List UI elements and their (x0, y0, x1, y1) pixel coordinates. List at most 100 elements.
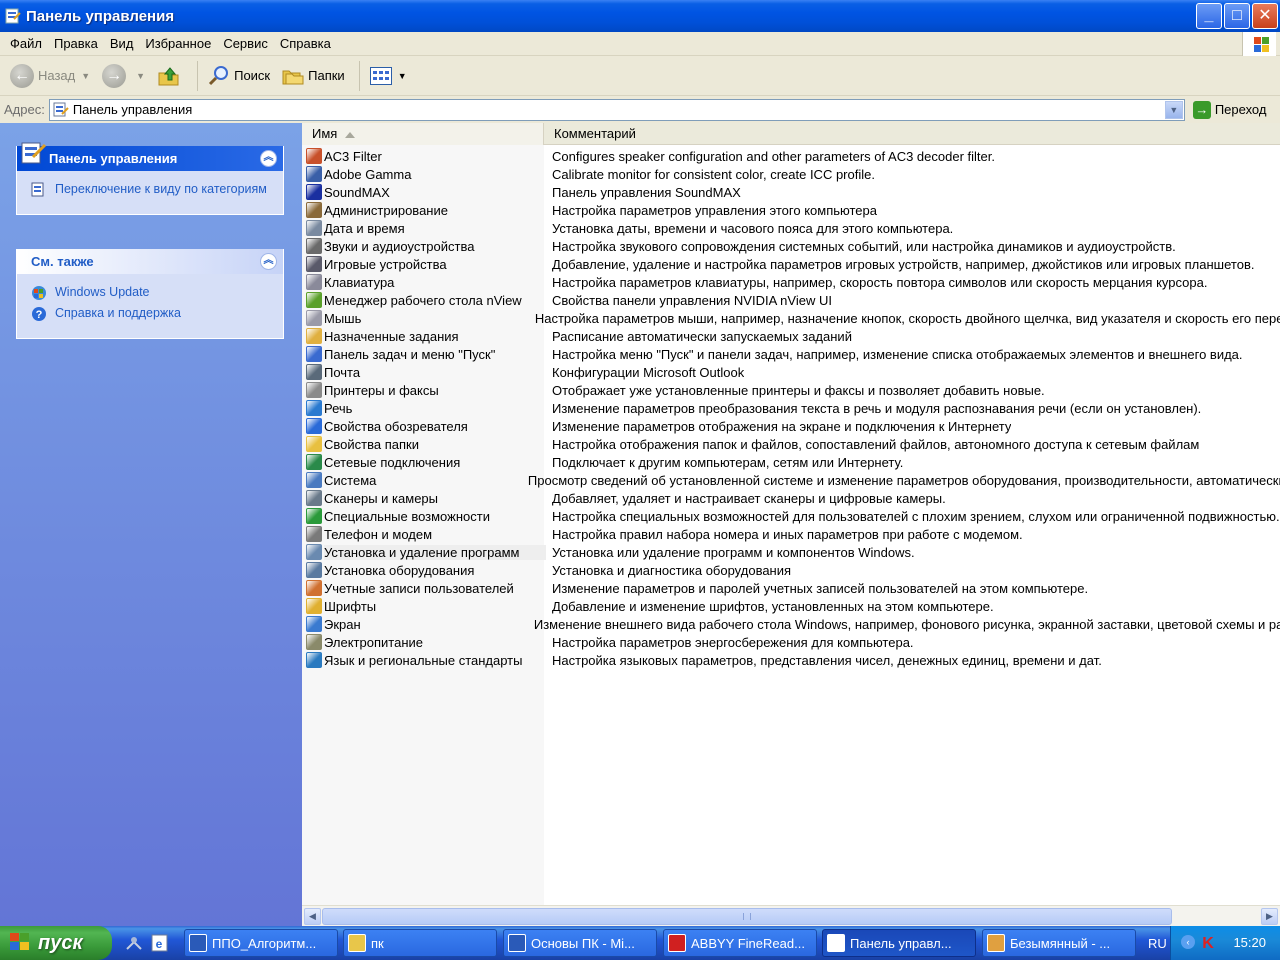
list-item[interactable]: Речь Изменение параметров преобразования … (302, 399, 1280, 417)
mail-icon (306, 364, 322, 380)
address-input[interactable]: Панель управления ▼ (48, 98, 1185, 121)
horizontal-scrollbar[interactable]: ◀ ▶ (302, 905, 1280, 926)
users-icon (306, 580, 322, 596)
list-header: Имя Комментарий (302, 123, 1280, 145)
list-item[interactable]: Почта Конфигурации Microsoft Outlook (302, 363, 1280, 381)
list-item[interactable]: Система Просмотр сведений об установленно… (302, 471, 1280, 489)
list-item[interactable]: Мышь Настройка параметров мыши, например,… (302, 309, 1280, 327)
list-item[interactable]: Свойства обозревателя Изменение параметро… (302, 417, 1280, 435)
help-and-support-link[interactable]: ? Справка и поддержка (31, 305, 273, 322)
quicklaunch-satellite-icon[interactable] (124, 933, 144, 953)
kaspersky-icon[interactable]: K (1199, 933, 1217, 952)
taskbar-icon (306, 346, 322, 362)
list-item[interactable]: Экран Изменение внешнего вида рабочего ст… (302, 615, 1280, 633)
list-item[interactable]: Язык и региональные стандарты Настройка я… (302, 651, 1280, 669)
list-item[interactable]: Менеджер рабочего стола nView Свойства па… (302, 291, 1280, 309)
address-dropdown-icon[interactable]: ▼ (1164, 100, 1183, 119)
column-header-comment[interactable]: Комментарий (544, 123, 1280, 145)
mouse-icon (306, 310, 322, 326)
up-folder-button[interactable] (153, 60, 187, 92)
admin-tools-icon (306, 202, 322, 218)
list-item[interactable]: Администрирование Настройка параметров уп… (302, 201, 1280, 219)
search-button[interactable]: Поиск (204, 60, 274, 92)
scrollbar-thumb[interactable] (322, 908, 1172, 925)
views-dropdown-icon[interactable]: ▼ (398, 71, 407, 81)
start-button[interactable]: пуск (0, 926, 112, 960)
language-indicator[interactable]: RU (1148, 936, 1167, 951)
list-item[interactable]: Назначенные задания Расписание автоматиче… (302, 327, 1280, 345)
toolbar-separator (358, 60, 360, 91)
menu-favorites[interactable]: Избранное (139, 36, 217, 51)
list-item[interactable]: Звуки и аудиоустройства Настройка звуково… (302, 237, 1280, 255)
list-item[interactable]: Свойства папки Настройка отображения папо… (302, 435, 1280, 453)
list-item[interactable]: Телефон и модем Настройка правил набора н… (302, 525, 1280, 543)
switch-to-category-view-link[interactable]: Переключение к виду по категориям (31, 181, 273, 198)
list-item[interactable]: AC3 Filter Configures speaker configurati… (302, 147, 1280, 165)
scroll-left-icon[interactable]: ◀ (304, 908, 321, 925)
list-item[interactable]: Клавиатура Настройка параметров клавиатур… (302, 273, 1280, 291)
list-item[interactable]: Дата и время Установка даты, времени и ча… (302, 219, 1280, 237)
panel-title: См. также (31, 254, 94, 269)
list-item[interactable]: Установка и удаление программ Установка и… (302, 543, 1280, 561)
item-name: Администрирование (324, 202, 448, 218)
list-item[interactable]: Специальные возможности Настройка специал… (302, 507, 1280, 525)
tray-expand-icon[interactable]: ‹ (1181, 935, 1195, 949)
control-panel-icon (53, 102, 69, 118)
item-name: Свойства папки (324, 436, 419, 452)
list-item[interactable]: Установка оборудования Установка и диагно… (302, 561, 1280, 579)
list-item[interactable]: Панель задач и меню "Пуск" Настройка меню… (302, 345, 1280, 363)
windows-update-link[interactable]: Windows Update (31, 284, 273, 301)
list-item[interactable]: Принтеры и факсы Отображает уже установле… (302, 381, 1280, 399)
list-item[interactable]: SoundMAX Панель управления SoundMAX (302, 183, 1280, 201)
minimize-button[interactable]: _ (1196, 3, 1222, 29)
fonts-icon (306, 598, 322, 614)
monitor-icon (306, 166, 322, 182)
taskbar-button[interactable]: Безымянный - ... (982, 929, 1136, 957)
column-header-name[interactable]: Имя (302, 123, 544, 145)
taskbar-button[interactable]: ABBYY FineRead... (663, 929, 817, 957)
scroll-right-icon[interactable]: ▶ (1261, 908, 1278, 925)
list-item[interactable]: Игровые устройства Добавление, удаление и… (302, 255, 1280, 273)
list-item[interactable]: Электропитание Настройка параметров энерг… (302, 633, 1280, 651)
close-button[interactable]: ✕ (1252, 3, 1278, 29)
menu-tools[interactable]: Сервис (217, 36, 274, 51)
forward-dropdown-icon[interactable]: ▼ (136, 71, 145, 81)
menu-view[interactable]: Вид (104, 36, 140, 51)
control-panel-icon (31, 182, 47, 198)
item-name: SoundMAX (324, 184, 390, 200)
list-item[interactable]: Шрифты Добавление и изменение шрифтов, ус… (302, 597, 1280, 615)
list-item[interactable]: Сетевые подключения Подключает к другим к… (302, 453, 1280, 471)
back-dropdown-icon[interactable]: ▼ (81, 71, 90, 81)
chevron-up-icon[interactable]: ︽ (260, 253, 277, 270)
item-name: Шрифты (324, 598, 377, 614)
see-also-panel-header[interactable]: См. также ︽ (17, 249, 283, 274)
item-name: Система (324, 472, 377, 488)
maximize-button[interactable]: □ (1224, 3, 1250, 29)
list-item[interactable]: Adobe Gamma Calibrate monitor for consist… (302, 165, 1280, 183)
item-comment: Настройка специальных возможностей для п… (552, 508, 1280, 524)
toolbar: ← Назад ▼ → ▼ Поиск Папки ▼ (0, 56, 1280, 96)
list-item[interactable]: Учетные записи пользователей Изменение па… (302, 579, 1280, 597)
taskbar-button[interactable]: ППО_Алгоритм... (184, 929, 338, 957)
go-button[interactable]: → Переход (1192, 100, 1266, 119)
forward-button[interactable]: → ▼ (98, 60, 149, 92)
list-item[interactable]: Сканеры и камеры Добавляет, удаляет и нас… (302, 489, 1280, 507)
folders-button[interactable]: Папки (278, 60, 349, 92)
address-label: Адрес: (4, 102, 45, 117)
item-comment: Свойства панели управления NVIDIA nView … (552, 292, 832, 308)
taskbar-button[interactable]: пк (343, 929, 497, 957)
quicklaunch-ie-icon[interactable]: e (150, 933, 170, 953)
close-icon: ✕ (1258, 7, 1272, 24)
back-button[interactable]: ← Назад ▼ (6, 60, 94, 92)
taskbar-button[interactable]: Панель управл... (822, 929, 976, 957)
chevron-up-icon[interactable]: ︽ (260, 150, 277, 167)
minimize-icon: _ (1204, 7, 1214, 24)
menu-file[interactable]: Файл (4, 36, 48, 51)
taskbar-button[interactable]: Основы ПК - Mi... (503, 929, 657, 957)
menu-help[interactable]: Справка (274, 36, 337, 51)
menu-edit[interactable]: Правка (48, 36, 104, 51)
item-comment: Настройка языковых параметров, представл… (552, 652, 1102, 668)
views-button[interactable]: ▼ (366, 60, 411, 92)
item-name: Язык и региональные стандарты (324, 652, 523, 668)
control-panel-panel-header[interactable]: Панель управления ︽ (17, 142, 283, 171)
